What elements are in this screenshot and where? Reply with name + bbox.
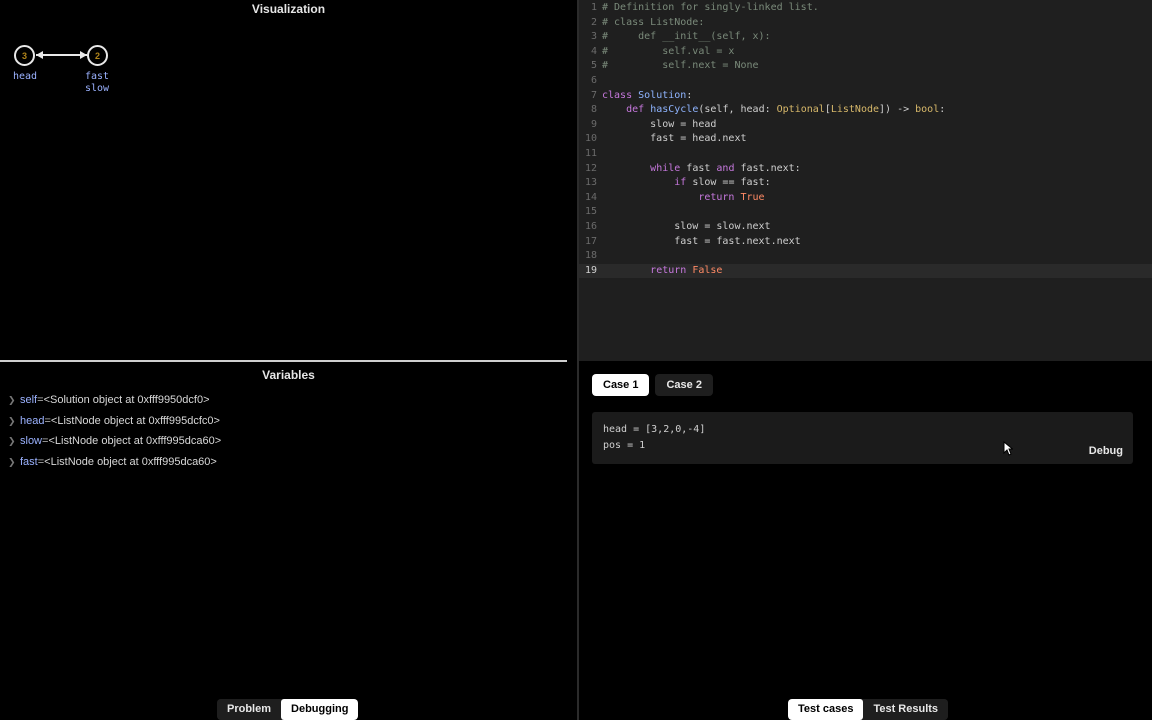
code-text[interactable]: while fast and fast.next: [597,162,801,177]
code-line[interactable]: 12 while fast and fast.next: [579,162,1152,177]
line-number: 2 [590,16,597,28]
variable-name: fast [20,455,38,468]
code-line[interactable]: 19 return False [579,263,1152,279]
code-line[interactable]: 15 [579,205,1152,220]
variable-name: self [20,394,38,406]
code-text[interactable]: slow = head [597,118,716,133]
code-text[interactable]: fast = head.next [597,132,746,147]
arrow-right-icon [80,51,87,59]
chevron-right-icon[interactable]: ❯ [8,431,20,452]
tab-test-cases[interactable]: Test cases [788,699,864,720]
test-cases-pane: Case 1 Case 2 head = [3,2,0,-4] pos = 1 … [579,361,1152,720]
code-line[interactable]: 7 class Solution: [579,89,1152,104]
line-number: 18 [584,250,597,262]
line-number: 14 [584,191,597,203]
code-line[interactable]: 10 fast = head.next [579,132,1152,147]
line-number: 13 [584,177,597,189]
pointer-label-slow: slow [84,83,110,94]
variable-name: head [20,414,45,427]
code-text[interactable]: # class ListNode: [597,16,704,31]
tab-test-results[interactable]: Test Results [863,699,949,720]
arrow-left-icon [36,51,43,59]
line-number: 7 [590,89,597,101]
code-text[interactable]: slow = slow.next [597,220,770,235]
code-text[interactable]: return True [597,191,764,206]
code-line[interactable]: 17 fast = fast.next.next [579,235,1152,250]
variable-name: slow [20,435,43,448]
variables-pane: Variables ❯ self = <Solution object at 0… [0,362,577,720]
line-number: 4 [590,45,597,57]
line-number: 1 [590,2,597,13]
code-line[interactable]: 2 # class ListNode: [579,16,1152,31]
code-line[interactable]: 8 def hasCycle(self, head: Optional[List… [579,103,1152,118]
variable-row-head[interactable]: ❯ head = <ListNode object at 0xfff995dcf… [8,411,221,432]
code-line[interactable]: 6 [579,74,1152,89]
variable-value: <ListNode object at 0xfff995dca60> [48,435,222,448]
input-line-head[interactable]: head = [3,2,0,-4] [603,424,705,435]
code-text[interactable]: # Definition for singly-linked list. [597,1,819,16]
variable-value: <ListNode object at 0xfff995dcfc0> [50,414,220,427]
code-line[interactable]: 14 return True [579,191,1152,206]
code-line[interactable]: 9 slow = head [579,118,1152,133]
tab-case-1[interactable]: Case 1 [592,374,650,396]
code-text[interactable]: def hasCycle(self, head: Optional[ListNo… [597,103,945,118]
left-pane-tabs: Problem Debugging [217,699,359,720]
variable-value: <ListNode object at 0xfff995dca60> [44,455,217,468]
debug-button[interactable]: Debug [1089,445,1123,457]
tab-problem[interactable]: Problem [217,699,282,720]
right-pane-tabs: Test cases Test Results [788,699,949,720]
line-number: 15 [584,206,597,218]
line-number: 5 [590,60,597,72]
tab-debugging[interactable]: Debugging [281,699,359,720]
case-tabs: Case 1 Case 2 [592,374,713,396]
code-line[interactable]: 1 # Definition for singly-linked list. [579,1,1152,16]
input-line-pos[interactable]: pos = 1 [603,440,645,451]
code-line[interactable]: 16 slow = slow.next [579,220,1152,235]
line-number: 9 [590,118,597,130]
code-text[interactable]: # self.next = None [597,59,759,74]
code-line[interactable]: 4 # self.val = x [579,45,1152,60]
code-text[interactable]: # self.val = x [597,45,734,60]
code-line[interactable]: 18 [579,249,1152,264]
code-text[interactable]: fast = fast.next.next [597,235,800,250]
line-number: 8 [590,104,597,116]
line-number: 11 [584,147,597,159]
variable-row-fast[interactable]: ❯ fast = <ListNode object at 0xfff995dca… [8,452,221,473]
chevron-right-icon[interactable]: ❯ [8,411,20,432]
line-number: 17 [584,235,597,247]
variables-list: ❯ self = <Solution object at 0xfff9950dc… [8,390,221,472]
pointer-label-head: head [12,71,38,82]
code-area[interactable]: 1 # Definition for singly-linked list. 2 # … [579,1,1152,279]
variables-title: Variables [262,368,315,382]
pointer-label-fast: fast [84,71,110,82]
code-line[interactable]: 11 [579,147,1152,162]
line-number: 12 [584,162,597,174]
code-line[interactable]: 3 # def __init__(self, x): [579,30,1152,45]
code-text[interactable]: if slow == fast: [597,176,770,191]
line-number: 3 [590,31,597,43]
code-line[interactable]: 13 if slow == fast: [579,176,1152,191]
code-text[interactable]: class Solution: [597,89,692,104]
code-line[interactable]: 5 # self.next = None [579,59,1152,74]
list-node-1: 3 [14,45,35,66]
tab-case-2[interactable]: Case 2 [655,374,713,396]
test-case-input[interactable]: head = [3,2,0,-4] pos = 1 Debug [592,412,1133,464]
line-number: 10 [584,133,597,145]
list-node-2: 2 [87,45,108,66]
variable-row-slow[interactable]: ❯ slow = <ListNode object at 0xfff995dca… [8,431,221,452]
code-editor[interactable]: 1 # Definition for singly-linked list. 2 # … [579,0,1152,361]
variable-value: <Solution object at 0xfff9950dcf0> [43,394,210,406]
chevron-right-icon[interactable]: ❯ [8,390,20,411]
line-number: 6 [590,74,597,86]
chevron-right-icon[interactable]: ❯ [8,452,20,473]
visualization-pane: Visualization 3 2 head fast slow [0,0,577,360]
line-number: 16 [584,220,597,232]
visualization-title: Visualization [251,2,326,16]
line-number: 19 [584,264,597,276]
code-text[interactable]: return False [597,264,722,279]
variable-row-self[interactable]: ❯ self = <Solution object at 0xfff9950dc… [8,390,221,411]
code-text[interactable]: # def __init__(self, x): [597,30,771,45]
